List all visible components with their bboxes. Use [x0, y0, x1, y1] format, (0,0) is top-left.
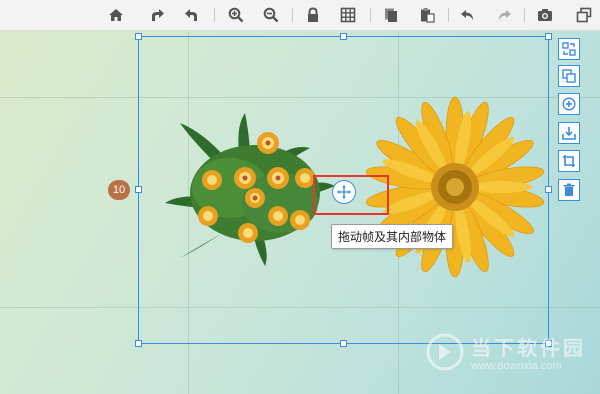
resize-handle-left[interactable]	[135, 186, 142, 193]
home-icon[interactable]	[106, 5, 126, 25]
toolbar-separator	[524, 8, 525, 22]
toolbar-separator	[214, 8, 215, 22]
window-icon[interactable]	[574, 5, 594, 25]
resize-handle-right[interactable]	[545, 186, 552, 193]
redo-arrow-icon[interactable]	[147, 5, 167, 25]
resize-handle-top-right[interactable]	[545, 33, 552, 40]
watermark: 当下软件园 www.downxia.com	[425, 330, 595, 380]
copy-icon[interactable]	[381, 5, 401, 25]
watermark-logo-icon	[426, 333, 464, 371]
zoom-in-icon[interactable]	[226, 5, 246, 25]
replace-icon[interactable]	[558, 38, 580, 60]
resize-handle-bottom[interactable]	[340, 340, 347, 347]
zoom-out-icon[interactable]	[261, 5, 281, 25]
paste-icon[interactable]	[417, 5, 437, 25]
undo-icon[interactable]	[458, 5, 478, 25]
resize-handle-bottom-left[interactable]	[135, 340, 142, 347]
toolbar-separator	[448, 8, 449, 22]
move-handle-icon[interactable]	[332, 180, 356, 204]
redo-icon[interactable]	[494, 5, 514, 25]
save-icon[interactable]	[558, 122, 580, 144]
toolbar	[0, 0, 600, 31]
undo-arrow-icon[interactable]	[182, 5, 202, 25]
resize-handle-top-left[interactable]	[135, 33, 142, 40]
watermark-title: 当下软件园	[471, 338, 586, 360]
frame-number-badge[interactable]: 10	[108, 180, 130, 200]
add-icon[interactable]	[558, 93, 580, 115]
camera-icon[interactable]	[535, 5, 555, 25]
watermark-url: www.downxia.com	[471, 360, 562, 372]
resize-handle-top[interactable]	[340, 33, 347, 40]
toolbar-separator	[292, 8, 293, 22]
duplicate-icon[interactable]	[558, 65, 580, 87]
tooltip: 拖动帧及其内部物体	[331, 224, 454, 249]
delete-icon[interactable]	[558, 179, 580, 201]
crop-icon[interactable]	[558, 150, 580, 172]
grid-icon[interactable]	[338, 5, 358, 25]
toolbar-separator	[370, 8, 371, 22]
lock-icon[interactable]	[303, 5, 323, 25]
